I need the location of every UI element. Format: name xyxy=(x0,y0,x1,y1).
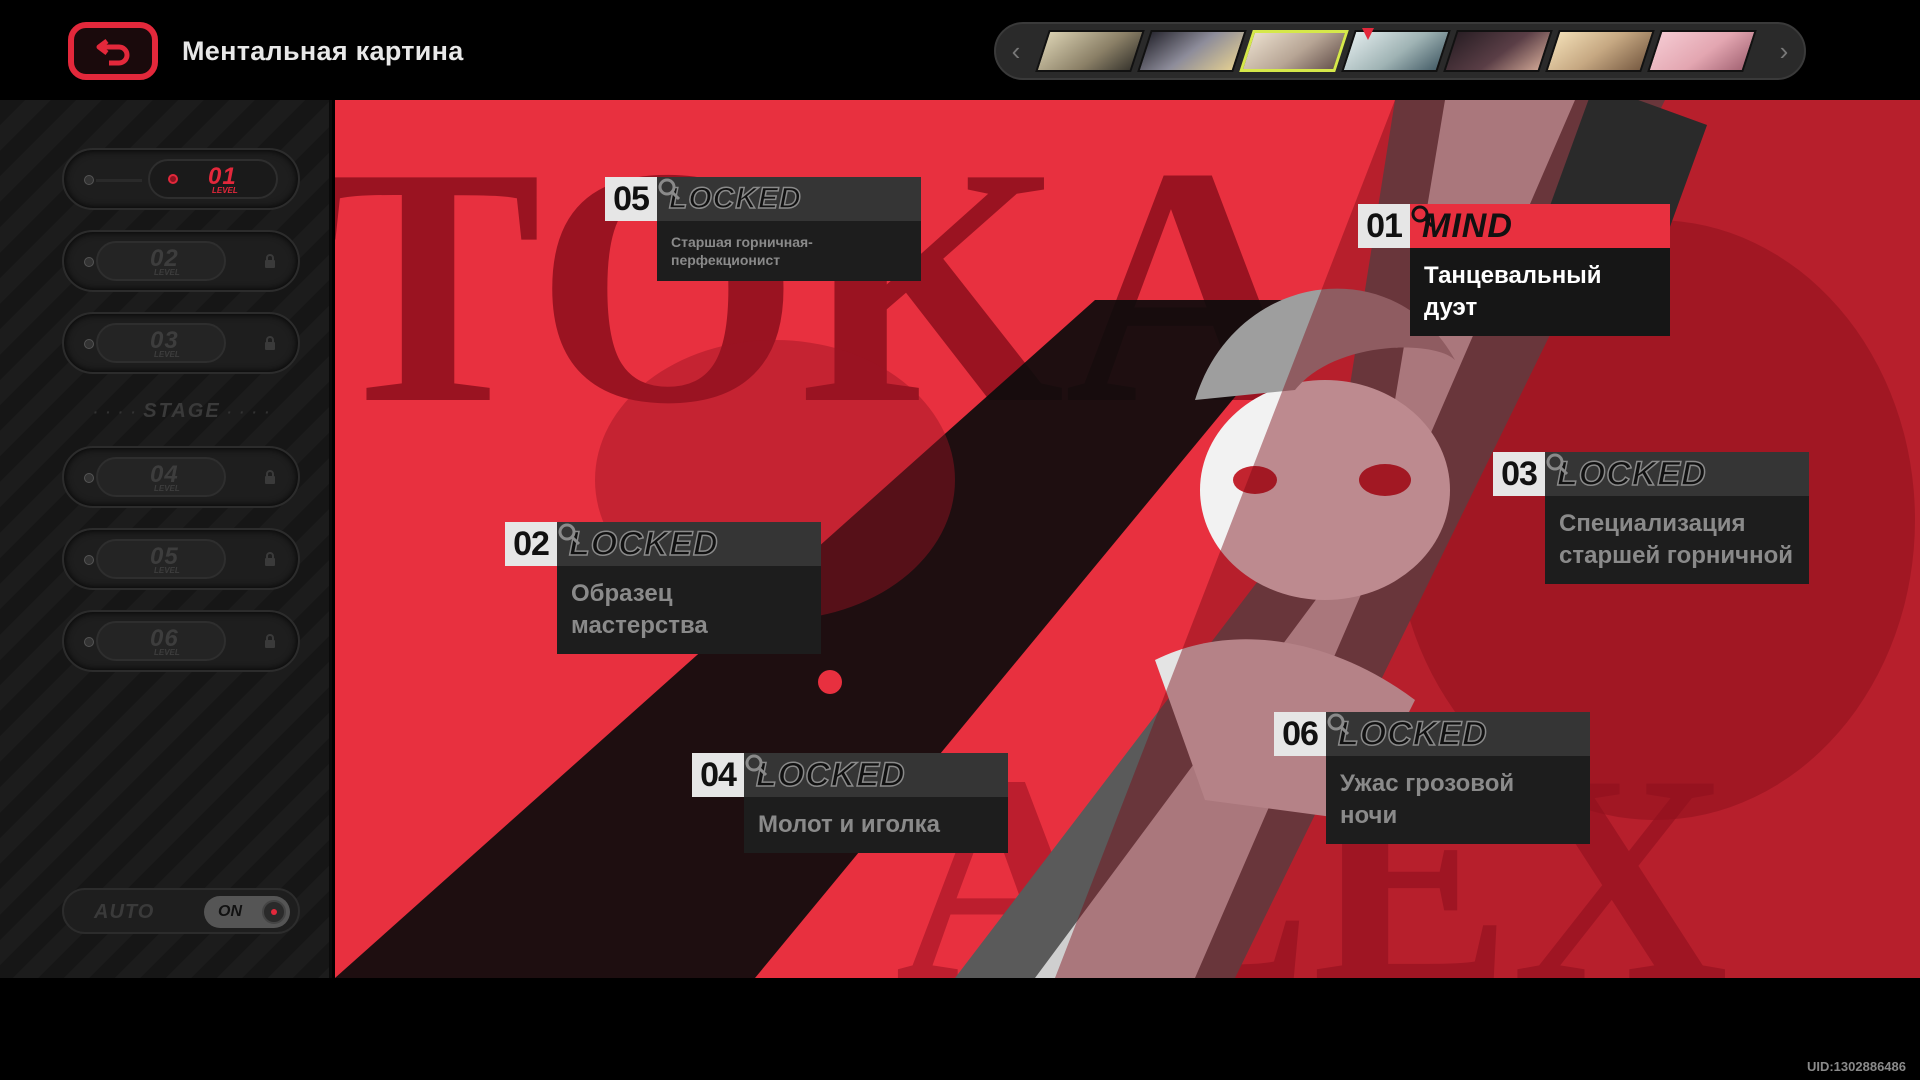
character-selector: ‹ › xyxy=(994,22,1806,80)
node-state-label: LOCKED xyxy=(1337,714,1488,754)
lock-icon xyxy=(265,254,275,268)
level-pill: 05 LEVEL xyxy=(96,539,226,579)
level-caption: LEVEL xyxy=(212,186,238,195)
node-state-label: LOCKED xyxy=(755,755,906,795)
auto-toggle[interactable]: ON xyxy=(204,896,290,928)
character-art-panel: TOKA ALEX 05 LOCKED Старшая горничная-пе… xyxy=(335,100,1920,978)
top-bar: Ментальная картина ‹ › xyxy=(0,0,1920,100)
level-dot xyxy=(84,175,94,185)
node-title: Молот и иголка xyxy=(744,797,1008,853)
portrait-list xyxy=(1035,30,1757,72)
level-01-button[interactable]: 01 LEVEL xyxy=(62,148,300,210)
character-portrait[interactable] xyxy=(1341,30,1451,72)
node-header: LOCKED xyxy=(744,753,1008,797)
node-state-label: LOCKED xyxy=(1556,454,1707,494)
search-icon[interactable] xyxy=(744,753,768,777)
level-04-button[interactable]: 04 LEVEL xyxy=(62,446,300,508)
node-state-label: LOCKED xyxy=(668,181,802,216)
node-header: LOCKED xyxy=(657,177,921,221)
level-06-button[interactable]: 06 LEVEL xyxy=(62,610,300,672)
return-arrow-icon xyxy=(96,39,130,66)
level-pill: 01 LEVEL xyxy=(148,159,278,199)
toggle-state: ON xyxy=(218,903,242,920)
toggle-knob xyxy=(262,900,286,924)
level-dot xyxy=(84,555,94,565)
node-header: MIND xyxy=(1410,204,1670,248)
search-icon[interactable] xyxy=(1326,712,1350,736)
stage-divider: STAGE xyxy=(82,400,282,423)
lock-icon xyxy=(265,552,275,566)
node-number: 02 xyxy=(505,522,557,566)
lock-icon xyxy=(265,634,275,648)
character-portrait[interactable] xyxy=(1647,30,1757,72)
node-title: Танцевальный дуэт xyxy=(1410,248,1670,336)
node-title: Старшая горничная-перфекционист xyxy=(657,221,921,281)
search-icon[interactable] xyxy=(557,522,581,546)
strip-left-arrow[interactable]: ‹ xyxy=(996,24,1036,78)
level-dot xyxy=(84,473,94,483)
back-button[interactable] xyxy=(68,22,158,80)
character-portrait[interactable] xyxy=(1035,30,1145,72)
auto-label: AUTO xyxy=(94,901,155,923)
node-number: 01 xyxy=(1358,204,1410,248)
node-state-label: MIND xyxy=(1422,206,1513,245)
node-state-label: LOCKED xyxy=(568,524,719,564)
node-title: Образец мастерства xyxy=(557,566,821,654)
level-caption: LEVEL xyxy=(154,484,180,493)
node-number: 05 xyxy=(605,177,657,221)
lock-icon xyxy=(265,470,275,484)
node-header: LOCKED xyxy=(1545,452,1809,496)
node-number: 04 xyxy=(692,753,744,797)
character-portrait[interactable] xyxy=(1545,30,1655,72)
page-title: Ментальная картина xyxy=(182,36,464,66)
strip-right-arrow[interactable]: › xyxy=(1764,24,1804,78)
search-icon[interactable] xyxy=(1410,204,1434,228)
level-pill: 06 LEVEL xyxy=(96,621,226,661)
level-05-button[interactable]: 05 LEVEL xyxy=(62,528,300,590)
character-portrait-selected[interactable] xyxy=(1239,30,1349,72)
character-portrait[interactable] xyxy=(1137,30,1247,72)
node-title: Ужас грозовой ночи xyxy=(1326,756,1590,844)
level-caption: LEVEL xyxy=(154,350,180,359)
search-icon[interactable] xyxy=(657,177,681,201)
auto-play-row: AUTO ON xyxy=(62,888,300,934)
level-03-button[interactable]: 03 LEVEL xyxy=(62,312,300,374)
node-header: LOCKED xyxy=(1326,712,1590,756)
level-pill: 02 LEVEL xyxy=(96,241,226,281)
node-title: Специализация старшей горничной xyxy=(1545,496,1809,584)
level-track xyxy=(96,179,142,182)
level-dot xyxy=(84,257,94,267)
level-caption: LEVEL xyxy=(154,566,180,575)
uid-label: UID:1302886486 xyxy=(1806,1059,1906,1074)
character-portrait[interactable] xyxy=(1443,30,1553,72)
search-icon[interactable] xyxy=(1545,452,1569,476)
lock-icon xyxy=(265,336,275,350)
level-pill: 03 LEVEL xyxy=(96,323,226,363)
level-sidebar: 01 LEVEL 02 LEVEL 03 LEVEL STAGE 04 LEVE… xyxy=(0,100,332,978)
node-number: 06 xyxy=(1274,712,1326,756)
accent-dot xyxy=(818,670,842,694)
node-number: 03 xyxy=(1493,452,1545,496)
level-dot xyxy=(84,339,94,349)
level-pill: 04 LEVEL xyxy=(96,457,226,497)
level-dot xyxy=(84,637,94,647)
node-header: LOCKED xyxy=(557,522,821,566)
level-caption: LEVEL xyxy=(154,648,180,657)
level-caption: LEVEL xyxy=(154,268,180,277)
level-pill-dot xyxy=(168,174,178,184)
level-02-button[interactable]: 02 LEVEL xyxy=(62,230,300,292)
